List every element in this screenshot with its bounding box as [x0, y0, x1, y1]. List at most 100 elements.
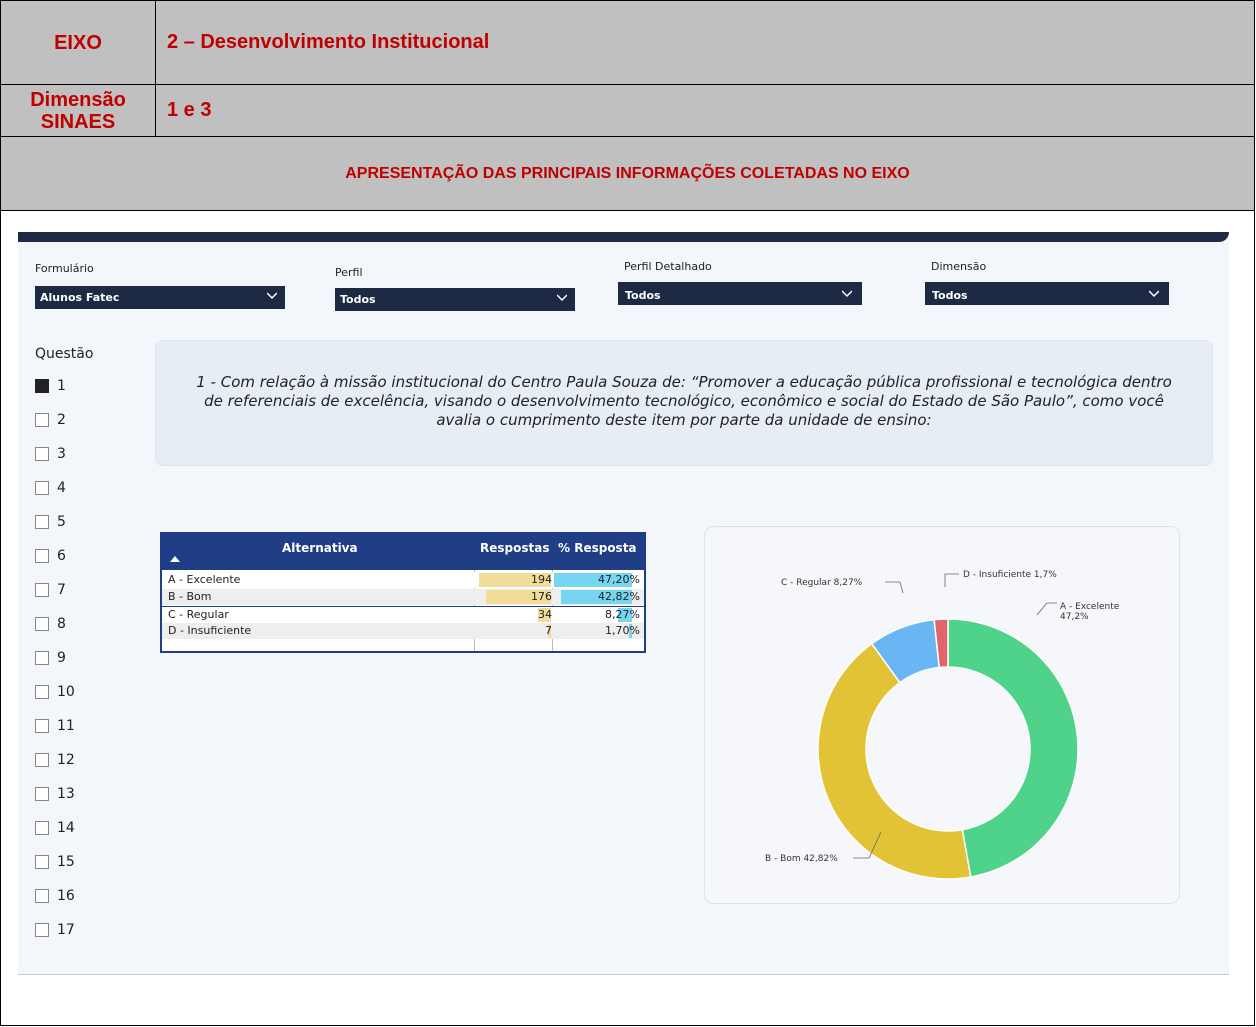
table-row[interactable]: C - Regular 34 8,27% — [162, 606, 644, 623]
data-label-insuficiente: D - Insuficiente 1,7% — [963, 570, 1057, 580]
checkbox[interactable] — [35, 447, 49, 461]
responses-table: Alternativa Respostas % Resposta A - Exc… — [160, 532, 646, 653]
question-option-1[interactable]: 1 — [35, 377, 66, 395]
data-label-regular: C - Regular 8,27% — [781, 578, 863, 588]
data-label-bom: B - Bom 42,82% — [765, 854, 838, 864]
table-header: Alternativa Respostas % Resposta — [162, 534, 644, 570]
checkbox[interactable] — [35, 855, 49, 869]
table-row[interactable]: A - Excelente 194 47,20% — [162, 572, 644, 588]
question-option-13[interactable]: 13 — [35, 785, 75, 803]
checkbox[interactable] — [35, 617, 49, 631]
question-option-label: 10 — [57, 684, 75, 700]
filter-dropdown-perfil[interactable]: Todos — [335, 288, 575, 311]
checkbox[interactable] — [35, 753, 49, 767]
section-title: APRESENTAÇÃO DAS PRINCIPAIS INFORMAÇÕES … — [345, 164, 910, 182]
checkbox[interactable] — [35, 719, 49, 733]
checkbox[interactable] — [35, 549, 49, 563]
cell-percent: 47,20% — [598, 573, 640, 586]
question-option-label: 11 — [57, 718, 75, 734]
question-option-label: 13 — [57, 786, 75, 802]
question-option-label: 17 — [57, 922, 75, 938]
checkbox[interactable] — [35, 787, 49, 801]
document-table: EIXO 2 – Desenvolvimento Institucional D… — [0, 0, 1255, 1026]
donut-chart: A - Excelente 47,2% B - Bom 42,82% C - Regu… — [765, 570, 1120, 880]
checkbox[interactable] — [35, 685, 49, 699]
data-label-excelente: A - Excelente 47,2% — [1060, 602, 1120, 622]
leader-line — [944, 573, 959, 587]
question-option-11[interactable]: 11 — [35, 717, 75, 735]
cell-percent: 42,82% — [598, 590, 640, 603]
question-text: 1 - Com relação à missão institucional d… — [196, 373, 1172, 429]
question-option-2[interactable]: 2 — [35, 411, 66, 429]
cell-alternativa: B - Bom — [168, 590, 212, 603]
dimensao-value: 1 e 3 — [167, 99, 212, 121]
question-option-17[interactable]: 17 — [35, 921, 75, 939]
checkbox[interactable] — [35, 379, 49, 393]
leader-line — [1036, 602, 1057, 616]
section-title-row: APRESENTAÇÃO DAS PRINCIPAIS INFORMAÇÕES … — [1, 137, 1254, 211]
question-option-15[interactable]: 15 — [35, 853, 75, 871]
question-option-4[interactable]: 4 — [35, 479, 66, 497]
chevron-down-icon — [267, 292, 277, 300]
filter-label-perfil: Perfil — [335, 266, 363, 279]
table-row[interactable]: B - Bom 176 42,82% — [162, 589, 644, 605]
donut-slice-bom[interactable] — [817, 642, 972, 880]
sort-ascending-icon — [170, 556, 180, 562]
checkbox[interactable] — [35, 923, 49, 937]
filter-value: Todos — [340, 293, 376, 306]
question-option-label: 3 — [57, 446, 66, 462]
eixo-row: EIXO 2 – Desenvolvimento Institucional — [1, 1, 1254, 85]
checkbox[interactable] — [35, 651, 49, 665]
question-option-10[interactable]: 10 — [35, 683, 75, 701]
cell-alternativa: C - Regular — [168, 608, 229, 621]
eixo-label: EIXO — [1, 1, 156, 84]
chevron-down-icon — [1149, 290, 1159, 298]
question-option-label: 5 — [57, 514, 66, 530]
checkbox[interactable] — [35, 481, 49, 495]
filter-dropdown-formulario[interactable]: Alunos Fatec — [35, 286, 285, 309]
cell-respostas: 176 — [531, 590, 552, 603]
chevron-down-icon — [842, 290, 852, 298]
table-row[interactable]: D - Insuficiente 7 1,70% — [162, 623, 644, 639]
checkbox[interactable] — [35, 821, 49, 835]
question-option-label: 7 — [57, 582, 66, 598]
donut-chart-card: A - Excelente 47,2% B - Bom 42,82% C - Regu… — [704, 526, 1180, 904]
question-option-16[interactable]: 16 — [35, 887, 75, 905]
cell-alternativa: A - Excelente — [168, 573, 241, 586]
filter-dropdown-dimensao[interactable]: Todos — [925, 282, 1169, 305]
cell-alternativa: D - Insuficiente — [168, 624, 252, 637]
filter-label-perfil-detalhado: Perfil Detalhado — [624, 260, 712, 273]
column-header-percent[interactable]: % Resposta — [558, 541, 637, 555]
cell-percent: 1,70% — [605, 624, 640, 637]
question-option-9[interactable]: 9 — [35, 649, 66, 667]
question-option-7[interactable]: 7 — [35, 581, 66, 599]
checkbox[interactable] — [35, 515, 49, 529]
cell-respostas: 194 — [531, 573, 552, 586]
cell-percent: 8,27% — [605, 608, 640, 621]
question-list-title: Questão — [35, 346, 94, 362]
question-option-3[interactable]: 3 — [35, 445, 66, 463]
checkbox[interactable] — [35, 583, 49, 597]
question-option-8[interactable]: 8 — [35, 615, 66, 633]
question-option-label: 16 — [57, 888, 75, 904]
checkbox[interactable] — [35, 413, 49, 427]
question-option-label: 4 — [57, 480, 66, 496]
filter-dropdown-perfil-detalhado[interactable]: Todos — [618, 282, 862, 305]
cell-respostas: 7 — [545, 624, 552, 637]
chevron-down-icon — [557, 294, 567, 302]
column-header-alternativa[interactable]: Alternativa — [282, 541, 358, 555]
question-option-6[interactable]: 6 — [35, 547, 66, 565]
question-option-5[interactable]: 5 — [35, 513, 66, 531]
filter-label-formulario: Formulário — [35, 262, 94, 275]
question-option-14[interactable]: 14 — [35, 819, 75, 837]
question-option-12[interactable]: 12 — [35, 751, 75, 769]
column-header-respostas[interactable]: Respostas — [480, 541, 549, 555]
checkbox[interactable] — [35, 889, 49, 903]
filter-value: Todos — [625, 289, 661, 302]
donut-slice-excelente[interactable] — [947, 618, 1079, 878]
question-option-label: 2 — [57, 412, 66, 428]
dimensao-row: Dimensão SINAES 1 e 3 — [1, 85, 1254, 137]
dimensao-label: Dimensão SINAES — [1, 85, 156, 136]
question-option-label: 8 — [57, 616, 66, 632]
dashboard-screenshot: Formulário Alunos Fatec Perfil Todos Per… — [18, 232, 1229, 975]
